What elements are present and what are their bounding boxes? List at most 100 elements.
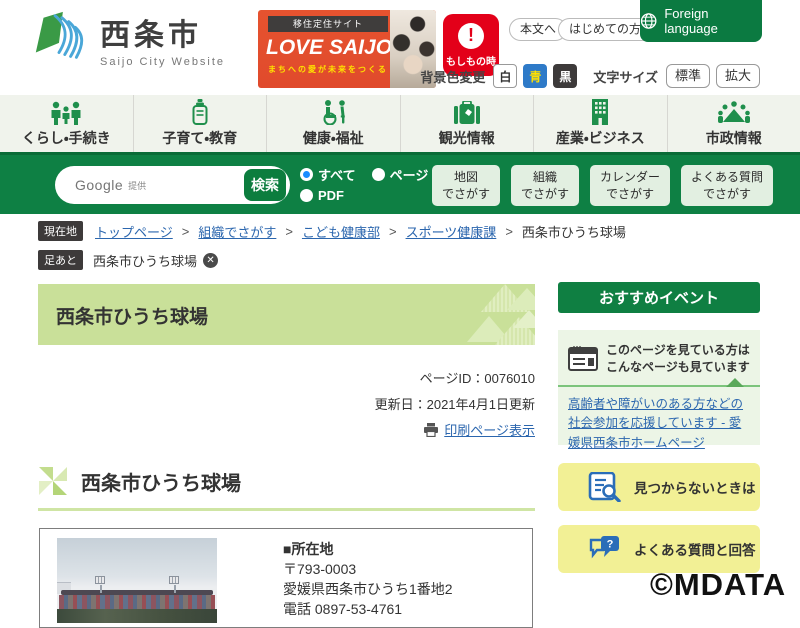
page-meta: ページID：0076010 更新日：2021年4月1日更新 印刷ページ表示: [38, 368, 535, 446]
nav-label: 子育て・教育: [162, 128, 237, 148]
related-page-link[interactable]: 高齢者や障がいのある方などの社会参加を応援しています - 愛媛県西条市ホームペー…: [568, 397, 743, 450]
search-provider-brand: Google: [75, 177, 123, 193]
nav-item-shisei[interactable]: 市政情報: [668, 95, 800, 152]
section-heading: 西条市ひうち球場: [38, 466, 535, 511]
section-title: 西条市ひうち球場: [81, 467, 241, 496]
related-pages-box: このページを見ている方は こんなページも見ています 高齢者や障がいのある方などの…: [558, 330, 760, 445]
search-button[interactable]: 検索: [244, 169, 286, 201]
facility-info-box: ■所在地 〒793-0003 愛媛県西条市ひうち1番地2 電話 0897-53-…: [39, 528, 533, 628]
stadium-photo: [57, 538, 217, 623]
recommended-events-button[interactable]: おすすめイベント: [558, 282, 760, 313]
webpage-icon: [568, 346, 598, 372]
search-band: Google 提供 検索 すべて ページ PDF 地図 でさがす 組: [0, 152, 800, 214]
breadcrumb-link-org[interactable]: 組織でさがす: [198, 222, 276, 241]
search-input[interactable]: Google 提供 検索: [55, 166, 290, 204]
family-icon: [49, 99, 83, 125]
footprint-badge: 足あと: [38, 250, 83, 270]
not-found-label: 見つからないときは: [634, 477, 756, 497]
love-saijo-banner[interactable]: 移住定住サイト LOVE SAIJO まちへの愛が未来をつくる: [258, 10, 436, 88]
radio-all[interactable]: すべて: [300, 165, 356, 184]
nav-label: 市政情報: [706, 128, 762, 148]
not-found-button[interactable]: 見つからないときは: [558, 463, 760, 511]
search-by-calendar-button[interactable]: カレンダー でさがす: [590, 165, 670, 206]
page-id: ページID：0076010: [38, 368, 535, 387]
building-icon: [590, 99, 610, 125]
related-separator: [558, 385, 760, 387]
search-by-map-button[interactable]: 地図 でさがす: [432, 165, 500, 206]
faq-button[interactable]: ? よくある質問と回答: [558, 525, 760, 573]
footprint-row: 足あと 西条市ひうち球場 ✕: [38, 250, 778, 270]
radio-selected-icon: [300, 168, 313, 181]
bg-white-button[interactable]: 白: [493, 64, 517, 88]
search-document-icon: [588, 472, 622, 502]
baby-bottle-icon: [192, 99, 208, 125]
address-heading: ■所在地: [283, 539, 453, 559]
primary-nav: くらし・手続き 子育て・教育 健康・福祉: [0, 95, 800, 152]
nav-item-kenko[interactable]: 健康・福祉: [267, 95, 401, 152]
search-scope-radios: すべて ページ PDF: [300, 165, 430, 207]
page-title-banner: 西条市ひうち球場: [38, 284, 535, 345]
search-by-faq-button[interactable]: よくある質問 でさがす: [681, 165, 773, 206]
phone-line: 電話 0897-53-4761: [283, 599, 453, 619]
breadcrumb-row: 現在地 トップページ > 組織でさがす > こども健康部 > スポーツ健康課 >…: [38, 221, 778, 241]
breadcrumb-link-sports[interactable]: スポーツ健康課: [406, 222, 497, 241]
breadcrumb: 現在地 トップページ > 組織でさがす > こども健康部 > スポーツ健康課 >…: [38, 221, 778, 279]
bg-black-button[interactable]: 黒: [553, 64, 577, 88]
site-subtitle: Saijo City Website: [100, 56, 225, 68]
meeting-icon: [717, 99, 751, 125]
radio-page[interactable]: ページ: [372, 165, 429, 184]
nav-label: 観光情報: [439, 128, 495, 148]
radio-icon: [372, 168, 385, 181]
font-large-button[interactable]: 拡大: [716, 64, 760, 88]
address-line: 愛媛県西条市ひうち1番地2: [283, 579, 453, 599]
print-page-link[interactable]: 印刷ページ表示: [444, 420, 535, 439]
site-title: 西条市: [100, 10, 225, 54]
bg-color-label: 背景色変更: [420, 67, 485, 86]
banner-subtitle: まちへの愛が未来をつくる: [268, 64, 388, 75]
banner-title: LOVE SAIJO: [266, 36, 392, 60]
current-location-badge: 現在地: [38, 221, 83, 241]
suitcase-icon: [453, 99, 481, 125]
radio-icon: [300, 189, 313, 202]
updated-date: 更新日：2021年4月1日更新: [38, 394, 535, 413]
page-title: 西条市ひうち球場: [56, 302, 208, 329]
address-block: ■所在地 〒793-0003 愛媛県西条市ひうち1番地2 電話 0897-53-…: [283, 539, 453, 619]
banner-tagline: 移住定住サイト: [268, 16, 388, 32]
saijo-logo-icon: [30, 10, 88, 68]
nav-item-kosodate[interactable]: 子育て・教育: [134, 95, 268, 152]
radio-pdf[interactable]: PDF: [300, 188, 344, 203]
related-pages-title: このページを見ている方は こんなページも見ています: [606, 342, 750, 377]
pinwheel-icon: [38, 466, 68, 496]
nav-label: くらし・手続き: [22, 128, 111, 148]
font-size-label: 文字サイズ: [593, 67, 658, 86]
site-logo[interactable]: 西条市 Saijo City Website: [30, 10, 225, 68]
mdata-watermark: ©MDATA: [650, 567, 786, 603]
nav-item-kanko[interactable]: 観光情報: [401, 95, 535, 152]
globe-icon: [640, 12, 657, 30]
breadcrumb-link-kodomo[interactable]: こども健康部: [302, 222, 380, 241]
quick-search-buttons: 地図 でさがす 組織 でさがす カレンダー でさがす よくある質問 でさがす: [432, 165, 773, 206]
faq-label: よくある質問と回答: [634, 539, 756, 559]
nav-item-sangyo[interactable]: 産業・ビジネス: [534, 95, 668, 152]
accessibility-toolbar: 背景色変更 白 青 黒 文字サイズ 標準 拡大: [420, 64, 760, 88]
search-provider-note: 提供: [128, 179, 146, 192]
bg-blue-button[interactable]: 青: [523, 64, 547, 88]
svg-text:?: ?: [607, 539, 614, 551]
exclamation-icon: !: [458, 23, 484, 49]
printer-icon: [423, 423, 439, 437]
wheelchair-icon: [318, 99, 348, 125]
nav-label: 健康・福祉: [303, 128, 364, 148]
floodlight-tower: [95, 576, 105, 584]
foreign-language-button[interactable]: Foreign language: [640, 0, 762, 42]
triangle-decoration: [385, 284, 535, 345]
floodlight-tower: [169, 576, 179, 584]
postal-code: 〒793-0003: [283, 559, 453, 579]
breadcrumb-link-top[interactable]: トップページ: [95, 222, 173, 241]
font-standard-button[interactable]: 標準: [666, 64, 710, 88]
nav-item-kurashi[interactable]: くらし・手続き: [0, 95, 134, 152]
search-by-org-button[interactable]: 組織 でさがす: [511, 165, 579, 206]
breadcrumb-current-page: 西条市ひうち球場: [522, 222, 626, 241]
footprint-close-icon[interactable]: ✕: [203, 253, 218, 268]
footprint-item: 西条市ひうち球場: [93, 251, 197, 270]
nav-label: 産業・ビジネス: [556, 128, 645, 148]
